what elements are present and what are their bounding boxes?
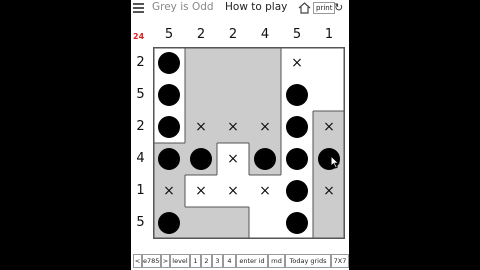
column-clue: 2 [196,27,206,42]
column-clue: 5 [164,27,174,42]
bottom-bar: < e7850 > level 1 2 3 4 enter id rnd Tod… [133,254,349,268]
row-clue: 1 [136,183,145,198]
column-clue: 4 [260,27,270,42]
row-clue: 5 [136,87,145,102]
level-label: level [170,254,190,268]
next-button[interactable]: > [161,254,170,268]
home-icon[interactable] [298,2,311,14]
hamburger-icon[interactable] [133,2,144,13]
level-2-button[interactable]: 2 [201,254,212,268]
random-button[interactable]: rnd [268,254,285,268]
today-grids-button[interactable]: Today grids [285,254,331,268]
column-clue: 2 [228,27,238,42]
puzzle-grid: × × × × × × × × × × × [153,47,345,239]
row-clue: 2 [136,55,145,70]
column-clue: 1 [324,27,334,42]
size-7x7-button[interactable]: 7X7 [331,254,349,268]
region-borders [153,47,345,239]
puzzle-app: Grey is Odd How to play print ↻ 24 5 2 2… [131,0,349,270]
how-to-play-link[interactable]: How to play [225,1,287,13]
level-4-button[interactable]: 4 [223,254,236,268]
enter-id-button[interactable]: enter id [236,254,268,268]
row-clue: 5 [136,215,145,230]
level-1-button[interactable]: 1 [190,254,201,268]
prev-button[interactable]: < [133,254,142,268]
puzzle-id-label: e7850 [142,254,161,268]
mouse-cursor-icon [330,155,340,169]
app-title: Grey is Odd [152,1,214,13]
row-clue: 4 [136,151,145,166]
refresh-icon[interactable]: ↻ [334,2,343,14]
print-button[interactable]: print [313,2,336,14]
top-bar: Grey is Odd How to play print ↻ [131,0,349,17]
row-clue: 2 [136,119,145,134]
total-count: 24 [133,32,145,41]
column-clue: 5 [292,27,302,42]
level-3-button[interactable]: 3 [212,254,223,268]
